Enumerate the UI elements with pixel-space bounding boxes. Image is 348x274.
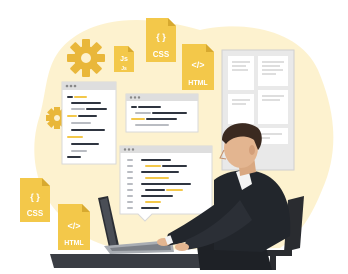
- js-file-icon: Js Js: [114, 46, 134, 72]
- js-file-label: Js: [121, 66, 127, 72]
- html-file-label: HTML: [64, 240, 84, 247]
- js-file-glyph: Js: [120, 56, 128, 63]
- css-file-glyph: { }: [156, 32, 166, 42]
- css-file-glyph: { }: [30, 192, 40, 202]
- css-file-icon: { } CSS: [146, 18, 176, 62]
- developer-illustration: { } CSS Js Js </> HTML {} CSS </> HTML: [20, 18, 334, 270]
- code-window-left: [61, 81, 117, 165]
- code-window-bubble: [119, 145, 213, 222]
- css-file-label: CSS: [27, 209, 44, 218]
- html-file-icon: </> HTML: [58, 204, 90, 250]
- illustration: { } CSS Js Js </> HTML {} CSS </> HTML: [0, 0, 348, 274]
- code-window-middle: [125, 93, 199, 133]
- gear-icon: [67, 39, 105, 77]
- css-file-icon: { } CSS: [20, 178, 50, 222]
- html-file-glyph: </>: [67, 221, 80, 231]
- html-file-icon: </> HTML: [182, 44, 214, 90]
- html-file-glyph: </>: [191, 60, 204, 70]
- html-file-label: HTML: [188, 80, 208, 87]
- css-file-label: CSS: [153, 50, 170, 59]
